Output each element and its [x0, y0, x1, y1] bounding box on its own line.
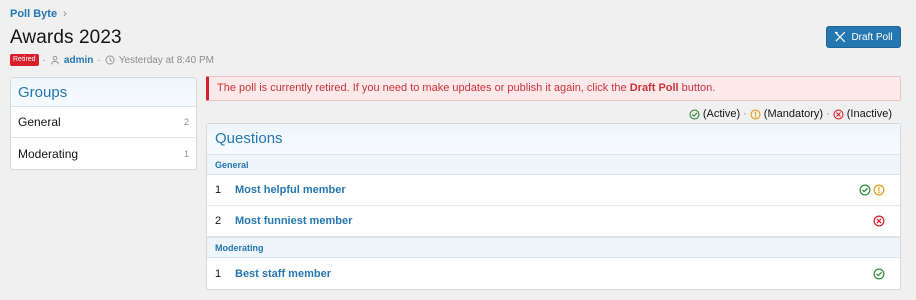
sidebar-item-count: 2: [183, 117, 189, 127]
question-number: 1: [215, 267, 222, 280]
draft-poll-label: Draft Poll: [851, 31, 893, 43]
legend-active: (Active): [702, 108, 741, 120]
notice-text-before: The poll is currently retired. If you ne…: [217, 82, 630, 94]
groups-title: Groups: [11, 78, 196, 107]
notice-text-after: button.: [678, 82, 716, 94]
active-icon: [689, 108, 700, 120]
question-group-label: Moderating: [207, 237, 900, 258]
status-legend: (Active) · (Mandatory) · (Inactive): [689, 108, 892, 120]
breadcrumb: Poll Byte ›: [10, 8, 67, 20]
clock-icon: [105, 55, 115, 65]
retired-notice: The poll is currently retired. If you ne…: [206, 76, 901, 101]
questions-block: Questions General 1 Most helpful member …: [206, 123, 901, 290]
inactive-icon: [833, 108, 844, 120]
question-number: 2: [215, 215, 222, 227]
mandatory-icon: [873, 184, 885, 196]
sidebar-item-label: Moderating: [18, 146, 79, 161]
question-title-link[interactable]: Most helpful member: [235, 184, 859, 196]
page-title: Awards 2023: [10, 27, 122, 48]
active-icon: [873, 268, 885, 279]
chevron-right-icon: ›: [63, 8, 67, 20]
status-badge: Retired: [10, 54, 39, 66]
question-title-link[interactable]: Most funniest member: [235, 215, 873, 227]
meta-separator: ·: [42, 54, 46, 66]
question-status-icons: [859, 184, 892, 196]
question-row: 1 Best staff member: [207, 258, 900, 289]
breadcrumb-link-poll-byte[interactable]: Poll Byte: [10, 8, 57, 20]
draft-poll-button[interactable]: Draft Poll: [826, 26, 901, 48]
active-icon: [859, 184, 871, 196]
poll-meta: Retired · admin · Yesterday at 8:40 PM: [10, 54, 214, 66]
questions-title: Questions: [207, 124, 900, 154]
legend-separator: ·: [743, 108, 747, 120]
meta-separator: ·: [97, 54, 101, 66]
user-icon: [51, 55, 59, 65]
sidebar-item-general[interactable]: General 2: [11, 107, 196, 138]
author-link[interactable]: admin: [64, 55, 93, 66]
legend-separator: ·: [826, 108, 830, 120]
groups-sidebar: Groups General 2 Moderating 1: [10, 77, 197, 170]
notice-emphasis: Draft Poll: [629, 82, 679, 94]
sidebar-item-moderating[interactable]: Moderating 1: [11, 138, 196, 169]
question-status-icons: [873, 215, 892, 227]
question-number: 1: [215, 184, 222, 196]
sidebar-item-count: 1: [183, 148, 189, 159]
question-status-icons: [873, 268, 892, 280]
question-row: 1 Most helpful member: [207, 175, 900, 206]
mandatory-icon: [750, 108, 761, 120]
question-row: 2 Most funniest member: [207, 206, 900, 237]
question-title-link[interactable]: Best staff member: [235, 268, 873, 280]
question-group-label: General: [207, 154, 900, 175]
tools-icon: [835, 31, 846, 43]
sidebar-item-label: General: [18, 115, 61, 129]
legend-mandatory: (Mandatory): [763, 108, 824, 120]
timestamp: Yesterday at 8:40 PM: [118, 54, 214, 66]
inactive-icon: [873, 215, 885, 227]
legend-inactive: (Inactive): [846, 108, 892, 120]
